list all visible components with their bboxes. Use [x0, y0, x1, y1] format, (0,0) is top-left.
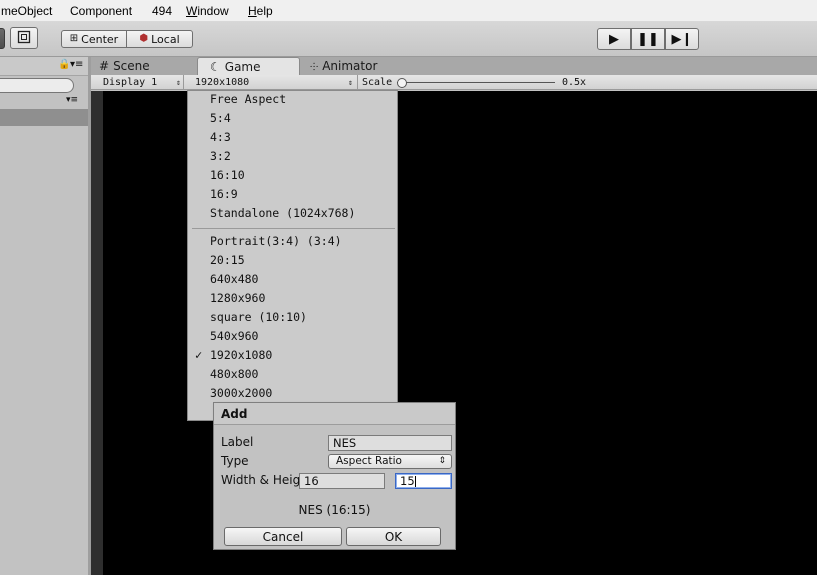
updown-arrow-icon: ⇕ [438, 456, 446, 466]
updown-arrow-icon: ⇕ [176, 78, 181, 87]
dropdown-item[interactable]: 540x960 [210, 327, 258, 346]
dropdown-item[interactable]: 4:3 [210, 128, 231, 147]
menu-494[interactable]: 494 [152, 4, 172, 18]
step-icon: ▶❙ [671, 31, 693, 47]
dropdown-item[interactable]: 16:10 [210, 166, 245, 185]
resolution-select[interactable]: 1920x1080 ⇕ [195, 76, 355, 89]
dropdown-item[interactable]: 3:2 [210, 147, 231, 166]
dropdown-item[interactable]: 16:9 [210, 185, 238, 204]
step-button[interactable]: ▶❙ [665, 28, 699, 50]
hierarchy-selected-row[interactable] [0, 109, 88, 126]
updown-arrow-icon: ⇕ [348, 78, 353, 87]
scale-value: 0.5x [562, 77, 587, 88]
menu-component[interactable]: Component [70, 4, 132, 18]
divider [357, 75, 358, 90]
rect-tool-icon [17, 30, 31, 47]
type-select[interactable]: Aspect Ratio ⇕ [328, 454, 452, 469]
scale-slider-track[interactable] [397, 82, 555, 83]
rect-tool-button[interactable] [10, 27, 38, 49]
display-select[interactable]: Display 1 ⇕ [103, 76, 183, 89]
lock-icon[interactable]: 🔒 [58, 59, 70, 70]
dropdown-item[interactable]: 640x480 [210, 270, 258, 289]
dropdown-item[interactable]: 3000x2000 [210, 384, 272, 403]
scale-slider-knob[interactable] [397, 78, 407, 88]
menu-window[interactable]: Window [186, 4, 229, 18]
dropdown-item[interactable]: 5:4 [210, 109, 231, 128]
resolution-preview: NES (16:15) [298, 503, 371, 517]
type-field-label: Type [221, 454, 249, 468]
resolution-dropdown: Free Aspect 5:4 4:3 3:2 16:10 16:9 Stand… [187, 90, 398, 421]
game-view-edge [91, 91, 103, 575]
hierarchy-subheader: ▾≡ [0, 94, 88, 109]
animator-icon: ⸭ [310, 62, 319, 73]
pause-icon: ❚❚ [637, 31, 659, 47]
dropdown-divider [192, 228, 395, 229]
text-cursor [414, 476, 416, 487]
panel-menu-icon[interactable]: ▾≡ [70, 59, 83, 70]
divider [183, 75, 184, 90]
pivot-center-button[interactable]: ⊞ Center [61, 30, 127, 48]
pause-button[interactable]: ❚❚ [631, 28, 665, 50]
width-input[interactable]: 16 [299, 473, 385, 489]
game-icon: ☾ [210, 59, 221, 74]
checkmark-icon: ✓ [195, 348, 203, 362]
local-space-icon: ⬢ [139, 33, 149, 44]
main-toolbar: ⊞ Center ⬢ Local ▶ ❚❚ ▶❙ [0, 22, 817, 57]
play-icon: ▶ [609, 31, 619, 47]
dropdown-item-selected[interactable]: 1920x1080 [210, 346, 272, 365]
add-resolution-dialog: Add Label NES Type Aspect Ratio ⇕ Width … [213, 402, 456, 550]
tab-animator[interactable]: ⸭ Animator [310, 57, 377, 75]
tab-game[interactable]: ☾ Game [197, 57, 300, 75]
label-input[interactable]: NES [328, 435, 452, 451]
game-view-toolbar: Display 1 ⇕ 1920x1080 ⇕ Scale 0.5x [91, 75, 817, 90]
dropdown-item[interactable]: square (10:10) [210, 308, 307, 327]
menu-help[interactable]: Help [248, 4, 273, 18]
height-input[interactable]: 15 [395, 473, 452, 489]
dialog-title: Add [214, 403, 455, 425]
label-field-label: Label [221, 435, 254, 449]
dropdown-item[interactable]: 1280x960 [210, 289, 265, 308]
menu-gameobject[interactable]: meObject [1, 4, 52, 18]
menu-bar: meObject Component 494 Window Help [0, 0, 817, 22]
scene-grid-icon: # [99, 59, 110, 73]
cancel-button[interactable]: Cancel [224, 527, 342, 546]
ok-button[interactable]: OK [346, 527, 441, 546]
transform-tool-button[interactable] [0, 28, 5, 49]
dropdown-item[interactable]: 480x800 [210, 365, 258, 384]
tab-bar: # Scene ☾ Game ⸭ Animator [91, 57, 817, 75]
scale-label: Scale [362, 77, 393, 88]
dropdown-item[interactable]: Portrait(3:4) (3:4) [210, 232, 342, 251]
dropdown-item[interactable]: Standalone (1024x768) [210, 204, 355, 223]
hierarchy-search-input[interactable] [0, 78, 74, 93]
hierarchy-header: 🔒 ▾≡ [0, 57, 91, 76]
tab-scene[interactable]: # Scene [99, 57, 150, 75]
scene-menu-icon[interactable]: ▾≡ [66, 95, 78, 105]
dropdown-item[interactable]: Free Aspect [210, 90, 286, 109]
dropdown-item[interactable]: 20:15 [210, 251, 245, 270]
space-local-button[interactable]: ⬢ Local [126, 30, 193, 48]
pivot-icon: ⊞ [69, 33, 79, 44]
hierarchy-panel [0, 76, 88, 575]
play-button[interactable]: ▶ [597, 28, 631, 50]
playback-controls: ▶ ❚❚ ▶❙ [597, 28, 699, 50]
